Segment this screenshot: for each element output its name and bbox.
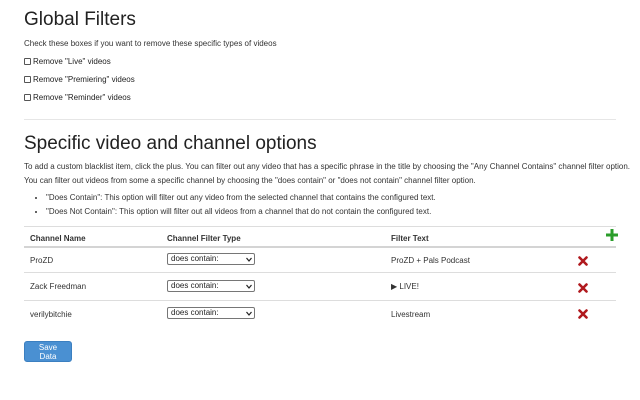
specific-options-title: Specific video and channel options	[24, 133, 317, 154]
remove-premiering-checkbox[interactable]	[24, 76, 31, 83]
row-divider	[24, 272, 616, 273]
channel-name-cell: ProZD	[30, 256, 54, 265]
chevron-down-icon	[246, 311, 252, 316]
remove-premiering-option[interactable]: Remove "Premiering" videos	[24, 75, 135, 84]
x-icon[interactable]	[578, 283, 588, 293]
filter-text-cell: ▶ LIVE!	[391, 282, 419, 291]
channel-filter-type-select[interactable]: does contain:	[167, 253, 255, 265]
filter-type-explanations: "Does Contain": This option will filter …	[36, 191, 436, 219]
row-divider	[24, 300, 616, 301]
remove-live-option[interactable]: Remove "Live" videos	[24, 57, 111, 66]
global-filters-description: Check these boxes if you want to remove …	[24, 39, 277, 48]
remove-live-checkbox[interactable]	[24, 58, 31, 65]
section-divider	[24, 119, 616, 120]
remove-premiering-label: Remove "Premiering" videos	[33, 75, 135, 84]
select-value: does contain:	[171, 281, 219, 290]
remove-reminder-checkbox[interactable]	[24, 94, 31, 101]
table-header-border	[24, 246, 616, 248]
header-filter-text: Filter Text	[391, 234, 429, 243]
channel-filter-type-select[interactable]: does contain:	[167, 280, 255, 292]
x-icon[interactable]	[578, 256, 588, 266]
header-channel-filter-type: Channel Filter Type	[167, 234, 241, 243]
global-filters-title: Global Filters	[24, 9, 136, 30]
remove-live-label: Remove "Live" videos	[33, 57, 111, 66]
select-value: does contain:	[171, 254, 219, 263]
bullet-does-contain: "Does Contain": This option will filter …	[46, 191, 436, 205]
channel-name-cell: Zack Freedman	[30, 282, 87, 291]
select-value: does contain:	[171, 308, 219, 317]
remove-reminder-label: Remove "Reminder" videos	[33, 93, 131, 102]
x-icon[interactable]	[578, 309, 588, 319]
table-top-border	[24, 226, 616, 227]
channel-name-cell: verilybitchie	[30, 310, 72, 319]
specific-description-line2: You can filter out videos from some a sp…	[24, 176, 476, 185]
chevron-down-icon	[246, 284, 252, 289]
filter-text-cell: Livestream	[391, 310, 431, 319]
plus-icon[interactable]	[606, 229, 618, 241]
header-channel-name: Channel Name	[30, 234, 86, 243]
save-data-button[interactable]: Save Data	[24, 341, 72, 362]
remove-reminder-option[interactable]: Remove "Reminder" videos	[24, 93, 131, 102]
chevron-down-icon	[246, 257, 252, 262]
specific-description-line1: To add a custom blacklist item, click th…	[24, 162, 631, 171]
channel-filter-type-select[interactable]: does contain:	[167, 307, 255, 319]
filter-text-cell: ProZD + Pals Podcast	[391, 256, 470, 265]
bullet-does-not-contain: "Does Not Contain": This option will fil…	[46, 205, 436, 219]
